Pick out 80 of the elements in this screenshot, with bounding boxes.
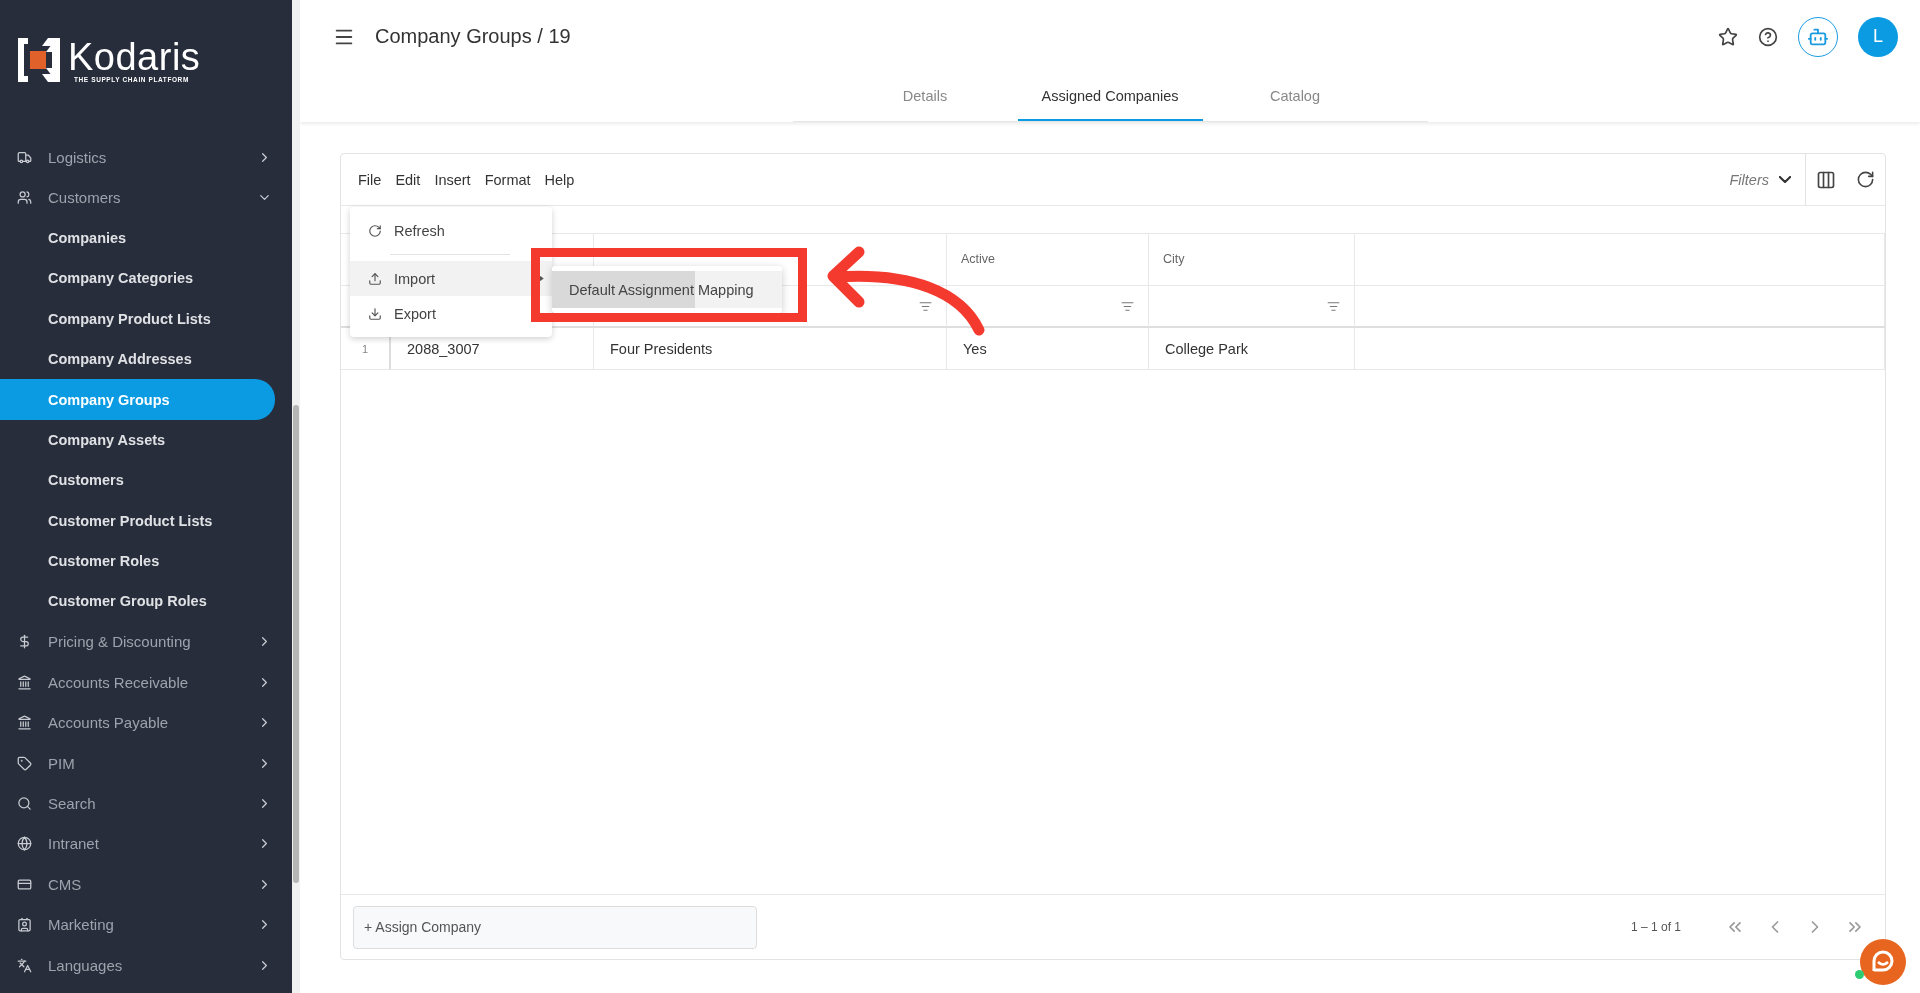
card-icon — [17, 876, 32, 892]
menu-button[interactable]: File — [351, 171, 389, 188]
section-label: Marketing — [48, 916, 115, 934]
bank-icon — [17, 674, 32, 690]
online-dot — [1855, 970, 1864, 979]
table-cell: College Park — [1149, 328, 1355, 370]
tab[interactable]: Catalog — [1202, 73, 1388, 121]
download-icon — [368, 306, 382, 321]
sidebar-section[interactable]: Pricing & Discounting — [0, 621, 292, 663]
column-header[interactable]: Active — [947, 234, 1149, 286]
robot-button[interactable] — [1798, 16, 1838, 57]
scrollbar[interactable] — [292, 0, 300, 993]
menu-item[interactable]: Export — [350, 296, 552, 331]
chevron-down-icon — [1779, 176, 1791, 183]
assign-company-button[interactable]: + Assign Company — [353, 905, 757, 949]
logo-icon — [18, 38, 60, 82]
sidebar-section[interactable]: Customers — [0, 177, 292, 218]
section-label: CMS — [48, 875, 83, 893]
menu-item-label: Export — [394, 305, 436, 322]
filters-button[interactable]: Filters — [1715, 153, 1806, 206]
menu-button[interactable]: Edit — [388, 171, 428, 188]
menu-item[interactable]: Refresh — [350, 213, 552, 248]
sidebar-section[interactable]: Accounts Payable — [0, 702, 292, 743]
sidebar-item[interactable]: Company Categories — [0, 258, 275, 299]
sidebar-item[interactable]: Company Assets — [0, 419, 275, 461]
tab[interactable]: Details — [832, 73, 1018, 121]
column-header[interactable]: City — [1149, 234, 1355, 286]
filter-icon[interactable] — [919, 299, 932, 313]
menu-button[interactable]: Insert — [427, 171, 478, 188]
section-label: Accounts Payable — [48, 714, 170, 732]
bank-icon — [17, 715, 32, 731]
section-label: Customers — [48, 189, 122, 207]
star-icon[interactable] — [1718, 26, 1738, 47]
section-label: PIM — [48, 754, 76, 772]
sidebar-item[interactable]: Company Addresses — [0, 338, 275, 380]
section-label: Intranet — [48, 835, 100, 853]
section-label: Pricing & Discounting — [48, 633, 192, 651]
sidebar-item[interactable]: Customers — [0, 460, 275, 501]
sidebar-item[interactable]: Companies — [0, 217, 275, 259]
dollar-icon — [17, 634, 32, 650]
page-range: 1 – 1 of 1 — [1630, 920, 1681, 934]
menu-item-label: Refresh — [394, 222, 445, 239]
filter-icon[interactable] — [1121, 299, 1134, 313]
section-label: Accounts Receivable — [48, 673, 190, 691]
section-label: Languages — [48, 956, 124, 974]
menu-item[interactable]: Default Assignment Mapping — [552, 271, 782, 308]
sidebar-item[interactable]: Customer Product Lists — [0, 500, 275, 541]
menu-button[interactable]: Help — [537, 171, 582, 188]
section-label: Search — [48, 794, 97, 812]
table-cell: Yes — [947, 328, 1149, 370]
tag-icon — [17, 755, 32, 771]
people-icon — [17, 190, 32, 206]
menu-item-label: Import — [394, 270, 436, 287]
sidebar-item[interactable]: Company Product Lists — [0, 298, 275, 339]
section-label: Logistics — [48, 148, 108, 166]
sidebar-section[interactable]: Marketing — [0, 904, 292, 945]
sidebar-section[interactable]: PIM — [0, 742, 292, 784]
sidebar-item[interactable]: Customer Roles — [0, 540, 275, 582]
filter-icon[interactable] — [1327, 299, 1340, 313]
sidebar-item[interactable]: Customer Group Roles — [0, 581, 275, 622]
sidebar-section[interactable]: Logistics — [0, 137, 292, 178]
truck-icon — [17, 149, 32, 165]
sidebar-section[interactable]: CMS — [0, 864, 292, 905]
chat-button[interactable] — [1860, 939, 1906, 985]
page-title: Company Groups / 19 — [375, 25, 572, 48]
tab[interactable]: Assigned Companies — [1017, 73, 1203, 121]
help-icon[interactable] — [1758, 26, 1778, 47]
refresh-icon — [368, 223, 382, 238]
search-icon — [17, 795, 32, 811]
sidebar-section[interactable]: Languages — [0, 944, 292, 986]
logo-name: Kodaris — [68, 37, 201, 76]
sidebar-section[interactable]: Search — [0, 783, 292, 824]
translate-icon — [17, 957, 32, 973]
menu-button[interactable]: Format — [477, 171, 538, 188]
sidebar-section[interactable]: Intranet — [0, 823, 292, 865]
globe-icon — [17, 836, 32, 852]
sidebar-section[interactable]: Accounts Receivable — [0, 662, 292, 703]
table-cell: Four Presidents — [594, 328, 947, 370]
contact-card-icon — [17, 917, 32, 933]
upload-icon — [368, 271, 382, 286]
